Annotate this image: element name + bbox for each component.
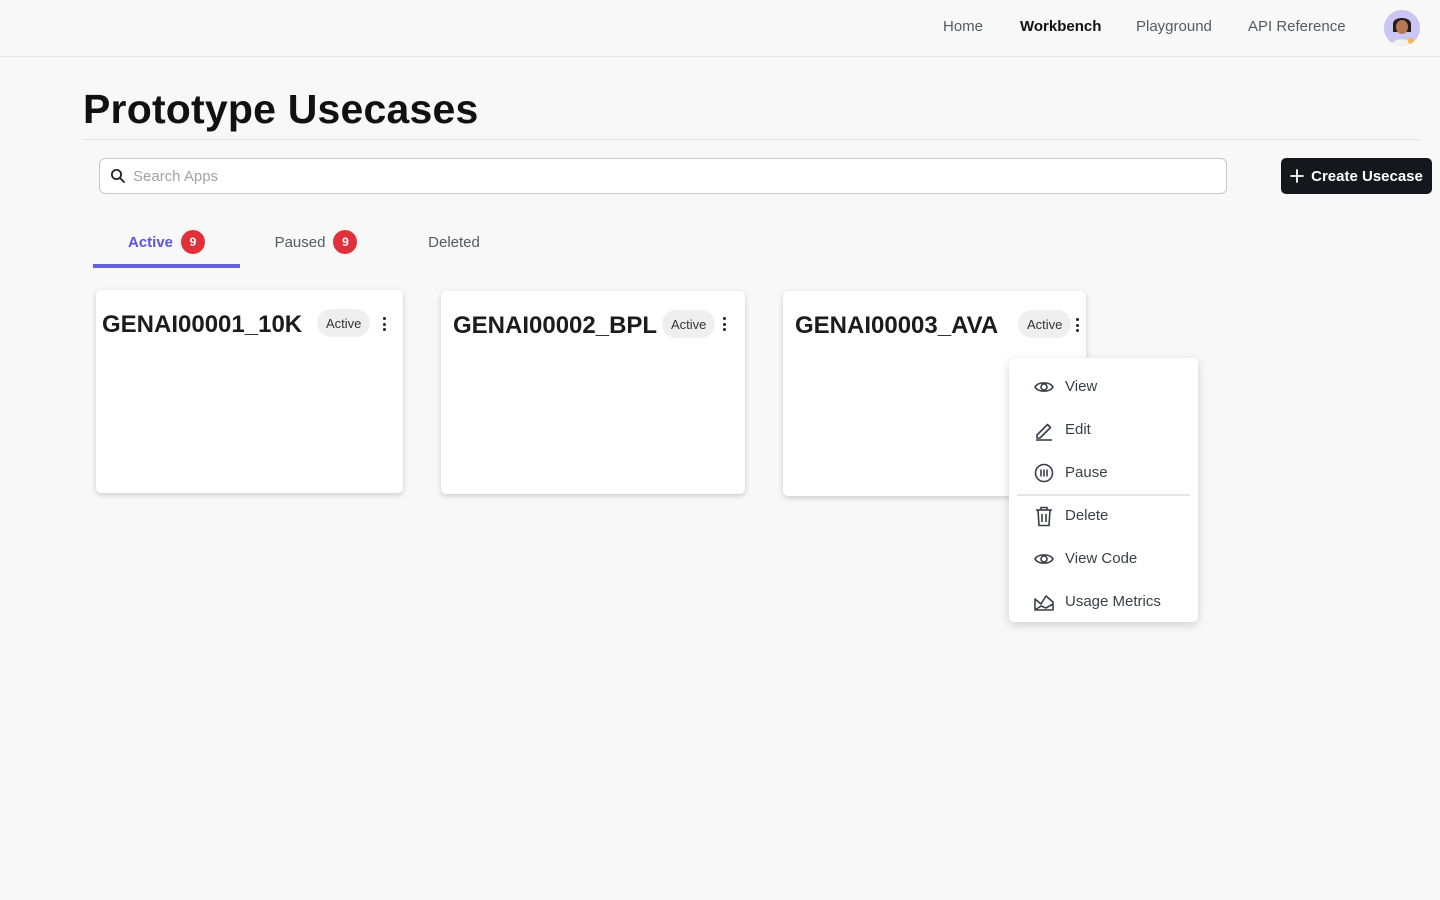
title-divider (83, 139, 1420, 140)
nav-link-workbench[interactable]: Workbench (1020, 18, 1101, 35)
tab-active[interactable]: Active 9 (93, 228, 240, 268)
top-navbar: Home Workbench Playground API Reference (0, 0, 1440, 57)
eye-icon (1034, 381, 1054, 392)
tab-paused-count-badge: 9 (333, 230, 358, 254)
tab-deleted[interactable]: Deleted (415, 228, 493, 268)
search-box[interactable] (99, 158, 1227, 194)
avatar[interactable] (1384, 10, 1420, 46)
search-input[interactable] (133, 159, 1213, 193)
plus-icon (1290, 169, 1305, 183)
status-badge: Active (662, 310, 716, 338)
menu-item-label: Usage Metrics (1065, 593, 1161, 610)
tab-deleted-label: Deleted (428, 234, 480, 251)
card-title: GENAI00003_AVA (795, 312, 999, 339)
user-avatar-icon (1384, 10, 1420, 46)
menu-item-label: View Code (1065, 550, 1138, 567)
menu-item-usage-metrics[interactable]: Usage Metrics (1009, 580, 1198, 623)
trash-icon (1036, 506, 1052, 526)
more-options-icon[interactable] (1071, 315, 1083, 335)
search-icon (111, 169, 125, 183)
menu-item-view[interactable]: View (1009, 365, 1198, 408)
menu-item-edit[interactable]: Edit (1009, 408, 1198, 451)
card-title: GENAI00002_BPL (453, 312, 658, 339)
card-context-menu: View Edit Pause Delete View Code Usage M… (1009, 358, 1198, 622)
status-badge: Active (1018, 310, 1072, 338)
page-title: Prototype Usecases (83, 86, 479, 132)
eye-icon (1034, 553, 1054, 564)
chart-icon (1034, 594, 1054, 611)
tab-active-count-badge: 9 (181, 230, 206, 254)
create-usecase-button[interactable]: Create Usecase (1281, 158, 1432, 194)
usecase-card[interactable]: GENAI00002_BPL Active (441, 291, 745, 494)
nav-link-playground[interactable]: Playground (1136, 18, 1212, 35)
nav-link-api-reference[interactable]: API Reference (1248, 18, 1346, 35)
menu-item-pause[interactable]: Pause (1009, 451, 1198, 494)
pencil-icon (1036, 423, 1052, 441)
tab-paused-label: Paused (274, 234, 326, 251)
tab-active-label: Active (127, 234, 174, 251)
card-title: GENAI00001_10K (102, 311, 303, 338)
menu-item-view-code[interactable]: View Code (1009, 537, 1198, 580)
menu-item-label: Edit (1065, 421, 1091, 438)
menu-item-label: Pause (1065, 464, 1108, 481)
menu-item-label: Delete (1065, 507, 1109, 524)
create-usecase-label: Create Usecase (1311, 167, 1423, 185)
nav-link-home[interactable]: Home (943, 18, 983, 35)
usecase-card[interactable]: GENAI00001_10K Active (96, 290, 403, 493)
more-options-icon[interactable] (378, 314, 390, 334)
status-badge: Active (317, 309, 371, 337)
more-options-icon[interactable] (718, 314, 730, 334)
menu-item-delete[interactable]: Delete (1009, 494, 1198, 537)
menu-item-label: View (1065, 378, 1098, 395)
tab-paused[interactable]: Paused 9 (262, 228, 370, 268)
pause-icon (1034, 463, 1054, 482)
